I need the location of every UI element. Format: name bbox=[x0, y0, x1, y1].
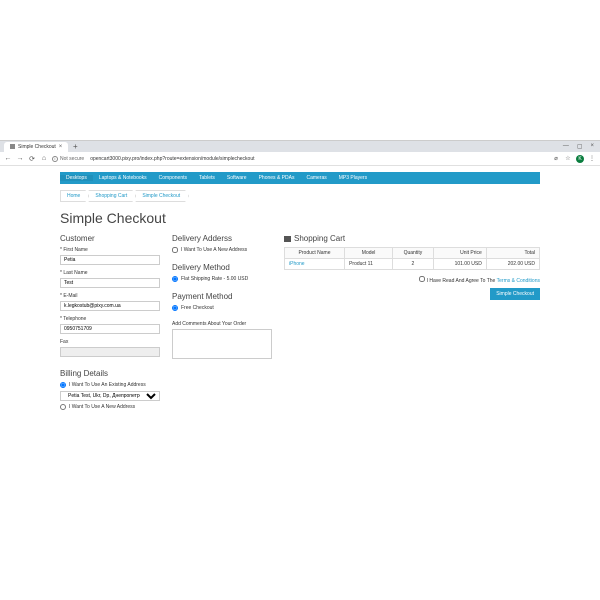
terms-link[interactable]: Terms & Conditions bbox=[497, 278, 540, 284]
customer-heading: Customer bbox=[60, 234, 160, 243]
crumb-cart[interactable]: Shopping Cart bbox=[88, 190, 136, 202]
address-bar[interactable]: opencart3000.pixy.pro/index.php?route=ex… bbox=[88, 156, 548, 162]
billing-heading: Billing Details bbox=[60, 369, 160, 378]
browser-tab-strip: Simple Checkout × + — ▢ × bbox=[0, 140, 600, 152]
menu-desktops[interactable]: Desktops bbox=[60, 175, 93, 181]
close-icon[interactable]: × bbox=[59, 144, 63, 150]
fax-label: Fax bbox=[60, 339, 160, 345]
col-qty: Quantity bbox=[393, 248, 434, 259]
page-title: Simple Checkout bbox=[60, 210, 540, 226]
menu-tablets[interactable]: Tablets bbox=[193, 175, 221, 181]
info-icon: i bbox=[52, 156, 58, 162]
breadcrumb: Home Shopping Cart Simple Checkout bbox=[60, 190, 540, 202]
home-icon[interactable]: ⌂ bbox=[40, 155, 48, 162]
shipping-flat-radio[interactable] bbox=[172, 276, 178, 282]
maximize-icon[interactable]: ▢ bbox=[577, 143, 583, 150]
first-name-input[interactable] bbox=[60, 255, 160, 265]
browser-toolbar: ← → ⟳ ⌂ i Not secure opencart3000.pixy.p… bbox=[0, 152, 600, 166]
col-total: Total bbox=[486, 248, 539, 259]
comments-label: Add Comments About Your Order bbox=[172, 321, 272, 327]
table-row: iPhone Product 11 2 101.00 USD 202.00 US… bbox=[285, 259, 540, 270]
minimize-icon[interactable]: — bbox=[563, 143, 569, 150]
menu-components[interactable]: Components bbox=[153, 175, 193, 181]
delivery-method-heading: Delivery Method bbox=[172, 263, 272, 272]
favicon bbox=[10, 144, 15, 149]
telephone-input[interactable] bbox=[60, 324, 160, 334]
main-menu: Desktops Laptops & Notebooks Components … bbox=[60, 172, 540, 184]
payment-free-radio[interactable] bbox=[172, 305, 178, 311]
menu-icon[interactable]: ⋮ bbox=[588, 155, 596, 162]
email-input[interactable] bbox=[60, 301, 160, 311]
col-unit: Unit Price bbox=[433, 248, 486, 259]
delivery-address-heading: Delivery Adderss bbox=[172, 234, 272, 243]
tab-title: Simple Checkout bbox=[18, 144, 56, 150]
menu-mp3[interactable]: MP3 Players bbox=[333, 175, 373, 181]
billing-new-radio[interactable] bbox=[60, 404, 66, 410]
col-model: Model bbox=[345, 248, 393, 259]
back-icon[interactable]: ← bbox=[4, 155, 12, 162]
product-link[interactable]: iPhone bbox=[289, 261, 305, 267]
menu-software[interactable]: Software bbox=[221, 175, 253, 181]
delivery-new-check[interactable] bbox=[172, 247, 178, 253]
crumb-checkout[interactable]: Simple Checkout bbox=[135, 190, 189, 202]
menu-laptops[interactable]: Laptops & Notebooks bbox=[93, 175, 153, 181]
payment-method-heading: Payment Method bbox=[172, 292, 272, 301]
security-indicator[interactable]: i Not secure bbox=[52, 156, 84, 162]
crumb-home[interactable]: Home bbox=[60, 190, 89, 202]
new-tab-button[interactable]: + bbox=[70, 142, 80, 152]
translate-icon[interactable]: ⌀ bbox=[552, 155, 560, 162]
last-name-label: * Last Name bbox=[60, 270, 160, 276]
browser-tab[interactable]: Simple Checkout × bbox=[4, 142, 68, 152]
col-name: Product Name bbox=[285, 248, 345, 259]
telephone-label: * Telephone bbox=[60, 316, 160, 322]
billing-address-select[interactable]: Petia Test, Ukr, Dp, Днепропетровск bbox=[60, 391, 160, 401]
star-icon[interactable]: ☆ bbox=[564, 155, 572, 162]
profile-avatar[interactable]: K bbox=[576, 155, 584, 163]
cart-table: Product Name Model Quantity Unit Price T… bbox=[284, 247, 540, 270]
email-label: * E-Mail bbox=[60, 293, 160, 299]
menu-cameras[interactable]: Cameras bbox=[300, 175, 332, 181]
close-window-icon[interactable]: × bbox=[590, 143, 594, 150]
terms-checkbox[interactable] bbox=[419, 276, 425, 282]
fax-input[interactable] bbox=[60, 347, 160, 357]
cart-heading: Shopping Cart bbox=[294, 234, 345, 243]
last-name-input[interactable] bbox=[60, 278, 160, 288]
forward-icon[interactable]: → bbox=[16, 155, 24, 162]
menu-phones[interactable]: Phones & PDAs bbox=[253, 175, 301, 181]
reload-icon[interactable]: ⟳ bbox=[28, 155, 36, 163]
cart-icon bbox=[284, 236, 291, 242]
comments-textarea[interactable] bbox=[172, 329, 272, 359]
first-name-label: * First Name bbox=[60, 247, 160, 253]
checkout-button[interactable]: Simple Checkout bbox=[490, 288, 540, 300]
billing-existing-radio[interactable] bbox=[60, 382, 66, 388]
